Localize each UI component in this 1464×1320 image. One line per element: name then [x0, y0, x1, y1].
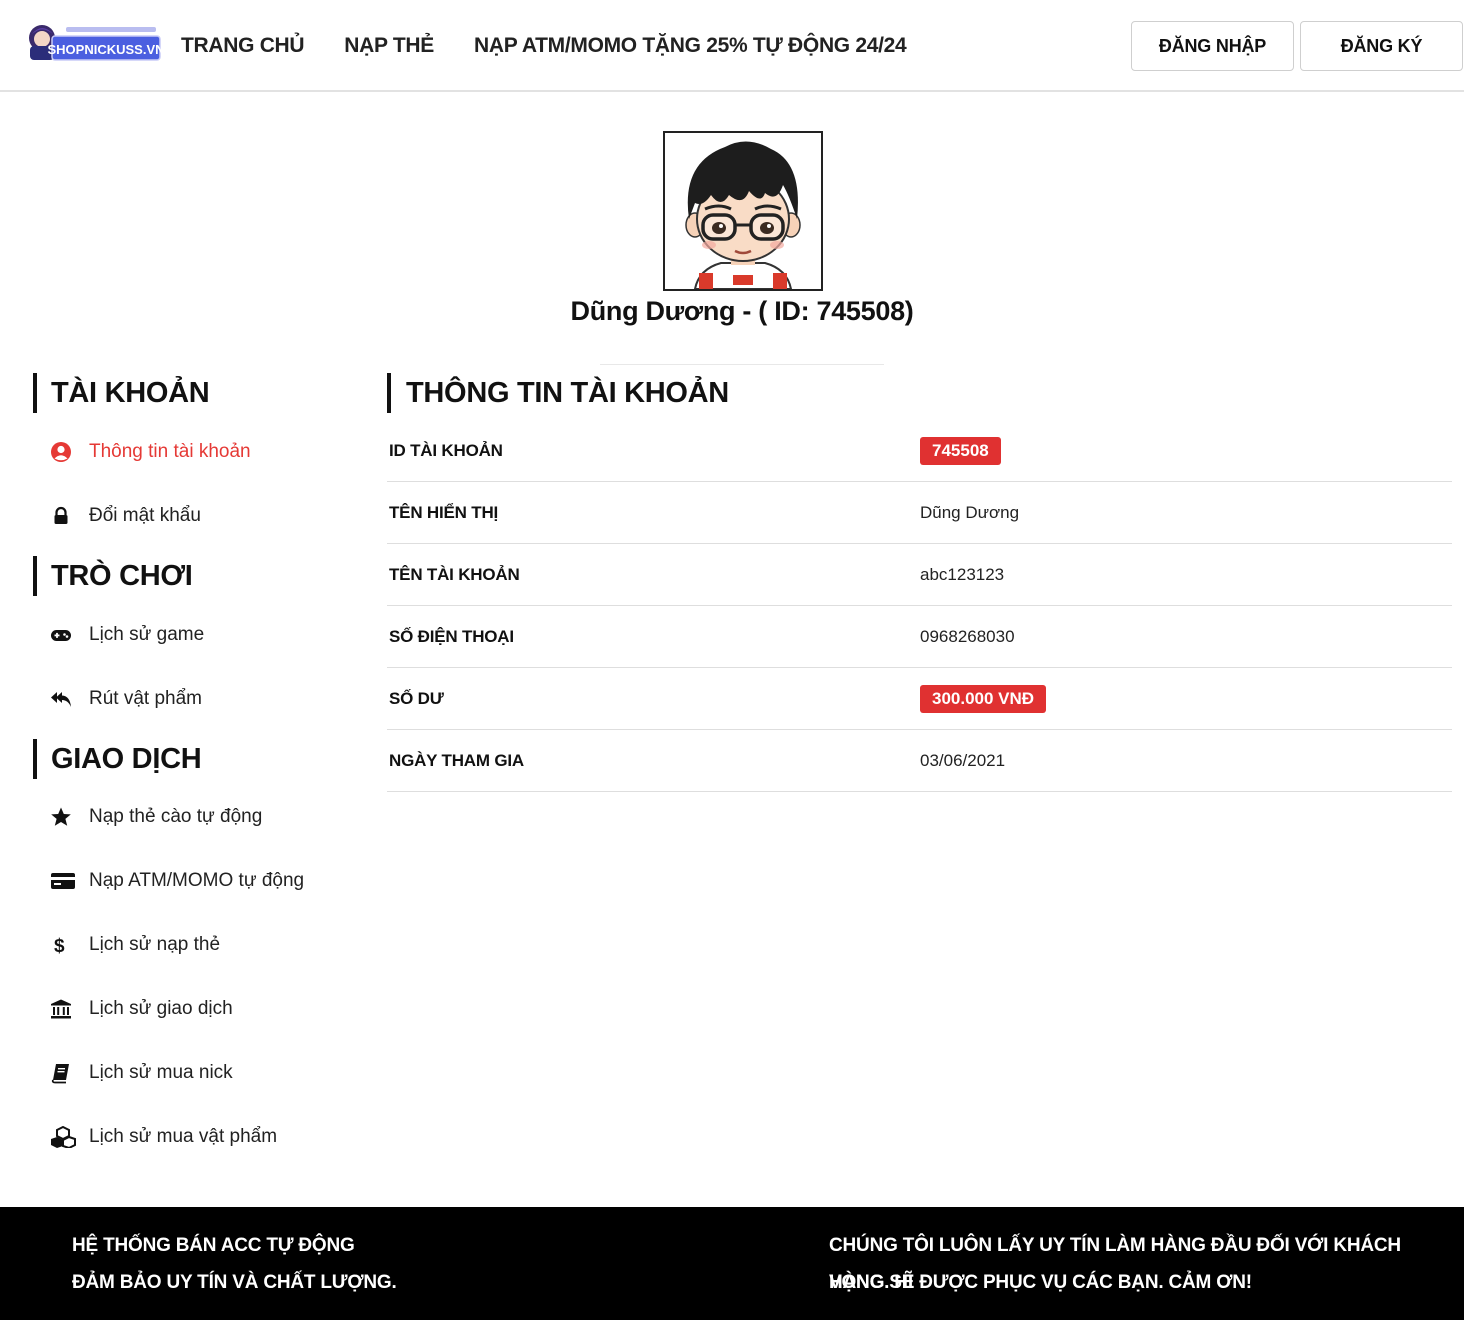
sidebar-item-card-topup[interactable]: Nạp thẻ cào tự động — [50, 802, 262, 832]
balance-badge: 300.000 VNĐ — [920, 685, 1047, 713]
row-value: 0968268030 — [920, 627, 1015, 646]
section-title-transactions: GIAO DỊCH — [33, 739, 202, 779]
register-button[interactable]: ĐĂNG KÝ — [1300, 21, 1463, 71]
profile-divider — [600, 364, 884, 365]
section-title-account: TÀI KHOẢN — [33, 373, 210, 413]
site-footer: HỆ THỐNG BÁN ACC TỰ ĐỘNG ĐẢM BẢO UY TÍN … — [0, 1207, 1464, 1320]
footer-left-line2: ĐẢM BẢO UY TÍN VÀ CHẤT LƯỢNG. — [72, 1272, 397, 1293]
sidebar-item-item-purchase-history[interactable]: Lịch sử mua vật phẩm — [50, 1122, 277, 1152]
row-label: TÊN TÀI KHOẢN — [389, 565, 520, 584]
sidebar-item-label: Thông tin tài khoản — [89, 441, 251, 462]
star-icon — [50, 806, 72, 828]
sidebar-item-label: Rút vật phẩm — [89, 688, 202, 709]
cubes-icon — [50, 1126, 76, 1148]
sidebar-item-game-history[interactable]: Lịch sử game — [50, 620, 204, 650]
sidebar-item-label: Lịch sử nạp thẻ — [89, 934, 221, 955]
row-label: SỐ DƯ — [389, 689, 444, 708]
sidebar-item-atm-momo-topup[interactable]: Nạp ATM/MOMO tự động — [50, 866, 304, 896]
sidebar-item-change-password[interactable]: Đổi mật khẩu — [50, 501, 201, 531]
sidebar-item-label: Lịch sử game — [89, 624, 205, 645]
sidebar-item-nick-purchase-history[interactable]: Lịch sử mua nick — [50, 1058, 233, 1088]
footer-left-line1: HỆ THỐNG BÁN ACC TỰ ĐỘNG — [72, 1235, 355, 1256]
table-row: SỐ DƯ 300.000 VNĐ — [387, 668, 1452, 730]
credit-card-icon — [50, 870, 76, 892]
sidebar-item-account-info[interactable]: Thông tin tài khoản — [50, 437, 251, 467]
login-button[interactable]: ĐĂNG NHẬP — [1131, 21, 1294, 71]
account-id-badge: 745508 — [920, 437, 1001, 465]
row-label: NGÀY THAM GIA — [389, 751, 524, 770]
row-value: abc123123 — [920, 565, 1005, 584]
sidebar-item-label: Lịch sử mua nick — [89, 1062, 233, 1083]
bank-icon — [50, 998, 72, 1020]
row-label: SỐ ĐIỆN THOẠI — [389, 627, 514, 646]
table-row: SỐ ĐIỆN THOẠI 0968268030 — [387, 606, 1452, 668]
lock-icon — [50, 505, 72, 527]
row-value: 03/06/2021 — [920, 751, 1006, 770]
sidebar-item-topup-history[interactable]: $ Lịch sử nạp thẻ — [50, 930, 220, 960]
row-value: Dũng Dương — [920, 503, 1020, 522]
footer-right-line2: VỌNG SẼ ĐƯỢC PHỤC VỤ CÁC BẠN. CẢM ƠN! — [829, 1272, 1252, 1293]
sidebar-item-label: Lịch sử mua vật phẩm — [89, 1126, 278, 1147]
row-value: 300.000 VNĐ — [920, 668, 1047, 730]
row-label: ID TÀI KHOẢN — [389, 441, 503, 460]
table-row: ID TÀI KHOẢN 745508 — [387, 420, 1452, 482]
sidebar-item-label: Nạp ATM/MOMO tự động — [89, 870, 305, 891]
row-value: 745508 — [920, 420, 1001, 482]
account-info-table: ID TÀI KHOẢN 745508 TÊN HIỂN THỊ Dũng Dư… — [387, 420, 1452, 792]
user-circle-icon — [50, 441, 72, 463]
sidebar-item-label: Nạp thẻ cào tự động — [89, 806, 263, 827]
site-header: SHOPNICKUSS.VN TRANG CHỦ NẠP THẺ NẠP ATM… — [0, 0, 1464, 92]
sidebar-item-label: Đổi mật khẩu — [89, 505, 201, 526]
dollar-icon: $ — [50, 934, 72, 956]
main-nav: TRANG CHỦ NẠP THẺ NẠP ATM/MOMO TẶNG 25% … — [181, 0, 946, 92]
svg-text:$: $ — [54, 936, 65, 956]
account-info-title: THÔNG TIN TÀI KHOẢN — [387, 373, 729, 413]
sidebar-item-withdraw-items[interactable]: Rút vật phẩm — [50, 684, 202, 714]
section-title-games: TRÒ CHƠI — [33, 556, 193, 596]
table-row: TÊN HIỂN THỊ Dũng Dương — [387, 482, 1452, 544]
nav-topup-atm-momo[interactable]: NẠP ATM/MOMO TẶNG 25% TỰ ĐỘNG 24/24 — [474, 34, 907, 58]
profile-avatar — [663, 131, 823, 291]
reply-all-icon — [50, 688, 72, 710]
nav-home[interactable]: TRANG CHỦ — [181, 34, 305, 58]
sidebar-item-label: Lịch sử giao dịch — [89, 998, 233, 1019]
book-icon — [50, 1062, 72, 1084]
table-row: TÊN TÀI KHOẢN abc123123 — [387, 544, 1452, 606]
sidebar-item-transaction-history[interactable]: Lịch sử giao dịch — [50, 994, 233, 1024]
site-logo[interactable]: SHOPNICKUSS.VN — [26, 22, 165, 66]
logo-text: SHOPNICKUSS.VN — [47, 42, 162, 57]
gamepad-icon — [50, 624, 72, 646]
nav-topup-card[interactable]: NẠP THẺ — [344, 34, 434, 58]
table-row: NGÀY THAM GIA 03/06/2021 — [387, 730, 1452, 792]
row-label: TÊN HIỂN THỊ — [389, 503, 499, 522]
profile-name: Dũng Dương - ( ID: 745508) — [570, 296, 914, 326]
